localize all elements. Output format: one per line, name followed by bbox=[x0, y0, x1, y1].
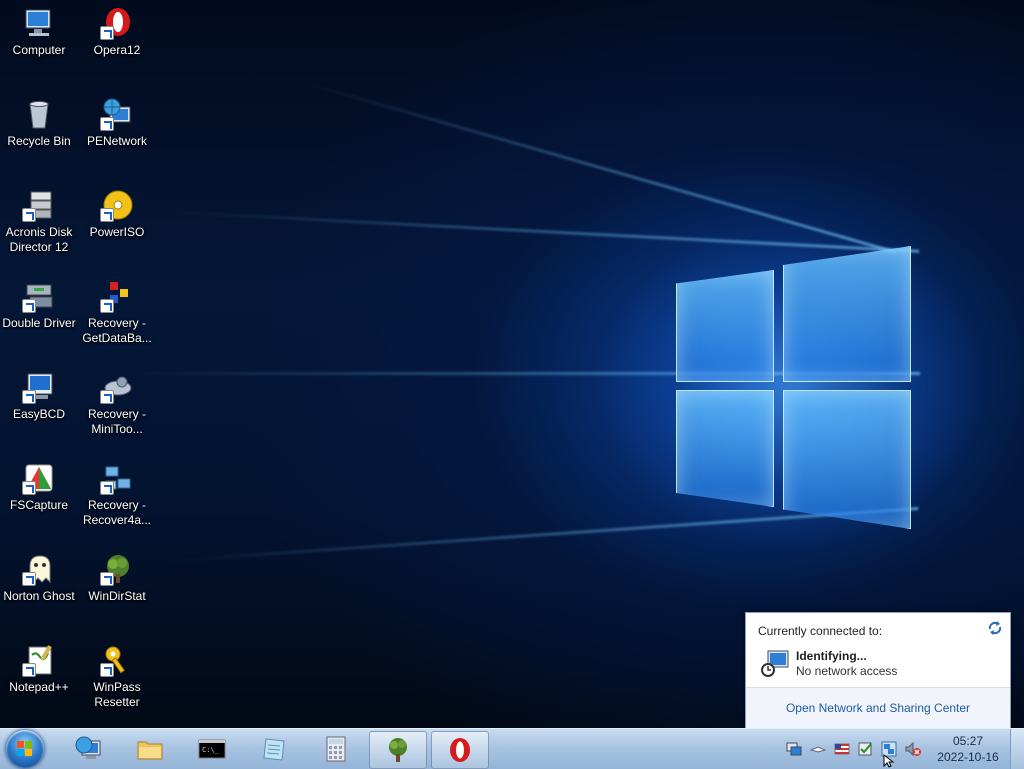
svg-text:C:\_: C:\_ bbox=[202, 746, 220, 754]
desktop-icon-double-driver[interactable]: Double Driver bbox=[0, 279, 78, 331]
desktop-icon-fscapture[interactable]: FSCapture bbox=[0, 461, 78, 513]
logo-pane-top-left bbox=[676, 270, 774, 382]
icon-label: Recovery - MiniToo... bbox=[87, 407, 146, 436]
desktop-icon-notepadpp[interactable]: Notepad++ bbox=[0, 643, 78, 695]
taskbar-notepad-button[interactable] bbox=[246, 731, 302, 767]
key-icon bbox=[100, 643, 134, 677]
arrow-icon[interactable] bbox=[810, 741, 826, 757]
windirstat-icon bbox=[389, 738, 407, 762]
icon-label: Opera12 bbox=[93, 43, 141, 57]
icon-label: Recovery - GetDataBa... bbox=[82, 316, 152, 345]
logo-pane-bottom-right bbox=[783, 390, 911, 529]
icon-label: Computer bbox=[12, 43, 66, 57]
notepad-icon bbox=[263, 738, 285, 761]
action-center-icon[interactable] bbox=[858, 741, 874, 757]
disk-director-icon bbox=[22, 188, 56, 222]
light-beam bbox=[159, 210, 920, 253]
desktop-icon-poweriso[interactable]: PowerISO bbox=[78, 188, 156, 240]
desktop-icon-acronis[interactable]: Acronis Disk Director 12 bbox=[0, 188, 78, 255]
ghost-icon bbox=[22, 552, 56, 586]
desktop-icon-norton-ghost[interactable]: Norton Ghost bbox=[0, 552, 78, 604]
taskbar-cmd-button[interactable]: C:\_ bbox=[184, 731, 240, 767]
icon-label: Notepad++ bbox=[9, 680, 69, 694]
taskbar: C:\_ 05:27 2022-10-16 bbox=[0, 728, 1024, 769]
disc-icon bbox=[100, 188, 134, 222]
mouse-cursor-icon bbox=[883, 754, 895, 768]
cmd-icon: C:\_ bbox=[198, 739, 226, 759]
desktop-icon-penetwork[interactable]: PENetwork bbox=[78, 97, 156, 149]
windirstat-icon bbox=[100, 552, 134, 586]
flag-us-icon[interactable] bbox=[834, 741, 850, 757]
light-beam bbox=[299, 80, 897, 254]
recovery-minitool-icon bbox=[100, 370, 134, 404]
fscapture-icon bbox=[22, 461, 56, 495]
double-driver-icon bbox=[22, 279, 56, 313]
icon-label: WinDirStat bbox=[88, 589, 146, 603]
desktop-icon-opera12[interactable]: Opera12 bbox=[78, 6, 156, 58]
computer-icon bbox=[22, 6, 56, 40]
open-network-sharing-center-link[interactable]: Open Network and Sharing Center bbox=[746, 701, 1010, 715]
easybcd-icon bbox=[22, 370, 56, 404]
clock-time: 05:27 bbox=[952, 734, 984, 748]
desktop-icon-winpass-resetter[interactable]: WinPass Resetter bbox=[78, 643, 156, 710]
network-flyout: Currently connected to: Identifying... N… bbox=[745, 612, 1011, 729]
desktop-icon-computer[interactable]: Computer bbox=[0, 6, 78, 58]
taskbar-explorer-button[interactable] bbox=[122, 731, 178, 767]
taskbar-ie-button[interactable] bbox=[60, 731, 116, 767]
show-desktop-button[interactable] bbox=[1010, 729, 1024, 769]
logo-pane-bottom-left bbox=[676, 390, 774, 507]
folder-icon bbox=[137, 741, 163, 760]
ie-icon bbox=[75, 736, 101, 759]
logo-pane-top-right bbox=[783, 246, 911, 382]
popup-footer: Open Network and Sharing Center bbox=[746, 687, 1010, 729]
network-identifying-icon bbox=[760, 649, 790, 679]
opera-icon bbox=[450, 738, 470, 762]
icon-label: PowerISO bbox=[89, 225, 145, 239]
clock-date: 2022-10-16 bbox=[937, 750, 999, 764]
icon-label: EasyBCD bbox=[12, 407, 65, 421]
opera-icon bbox=[100, 6, 134, 40]
start-button[interactable] bbox=[6, 730, 44, 768]
calculator-icon bbox=[326, 736, 346, 762]
network-monitor-icon[interactable] bbox=[786, 741, 802, 757]
icon-label: Norton Ghost bbox=[3, 589, 75, 603]
desktop-icon-recovery-recover4all[interactable]: Recovery - Recover4a... bbox=[78, 461, 156, 528]
network-globe-icon bbox=[100, 97, 134, 131]
light-beam bbox=[159, 506, 919, 563]
recycle-bin-icon bbox=[22, 97, 56, 131]
desktop-icon-recycle-bin[interactable]: Recycle Bin bbox=[0, 97, 78, 149]
icon-label: Recovery - Recover4a... bbox=[82, 498, 152, 527]
icon-label: PENetwork bbox=[86, 134, 148, 148]
start-orb-icon bbox=[17, 741, 32, 756]
network-status: No network access bbox=[796, 664, 898, 678]
icon-label: Recycle Bin bbox=[7, 134, 71, 148]
icon-label: WinPass Resetter bbox=[93, 680, 141, 709]
notepad-icon bbox=[22, 643, 56, 677]
volume-muted-icon[interactable] bbox=[905, 741, 921, 757]
desktop-icon-recovery-getdataback[interactable]: Recovery - GetDataBa... bbox=[78, 279, 156, 346]
recovery-icon bbox=[100, 279, 134, 313]
recovery-folder-icon bbox=[100, 461, 134, 495]
taskbar-windirstat-button[interactable] bbox=[369, 731, 427, 769]
desktop-icon-recovery-minitool[interactable]: Recovery - MiniToo... bbox=[78, 370, 156, 437]
network-name: Identifying... bbox=[796, 649, 867, 663]
desktop-icon-windirstat[interactable]: WinDirStat bbox=[78, 552, 156, 604]
taskbar-calculator-button[interactable] bbox=[308, 731, 364, 767]
refresh-icon[interactable] bbox=[987, 620, 1003, 636]
icon-label: FSCapture bbox=[9, 498, 69, 512]
icon-label: Double Driver bbox=[2, 316, 76, 330]
icon-label: Acronis Disk Director 12 bbox=[5, 225, 73, 254]
clock[interactable]: 05:27 2022-10-16 bbox=[930, 733, 1006, 765]
desktop-icon-easybcd[interactable]: EasyBCD bbox=[0, 370, 78, 422]
popup-header: Currently connected to: bbox=[758, 624, 883, 638]
taskbar-opera-button[interactable] bbox=[431, 731, 489, 769]
